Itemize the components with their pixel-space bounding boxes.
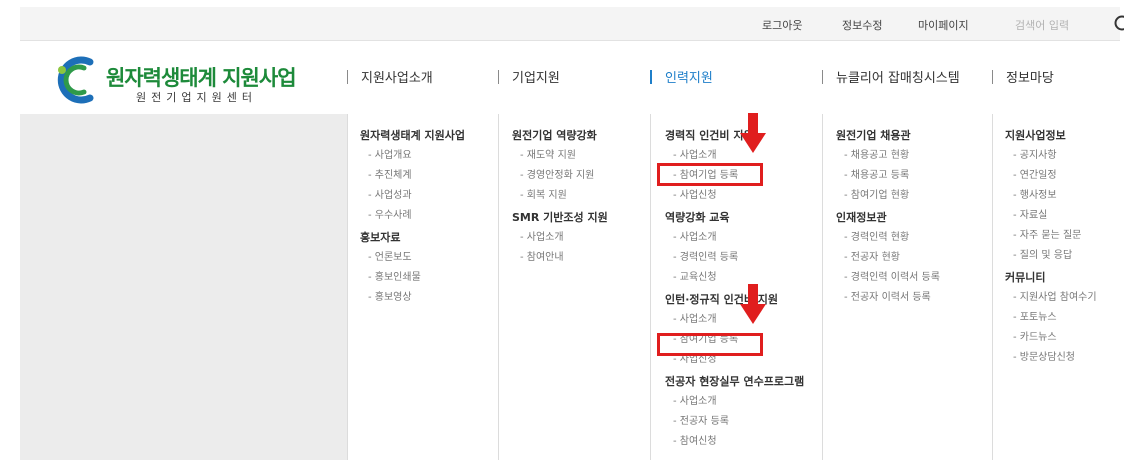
mega-menu-panel: 원자력생태계 지원사업 - 사업개요 - 추진체계 - 사업성과 - 우수사례 …: [20, 114, 1120, 460]
site-logo[interactable]: 원자력생태계 지원사업 원전기업지원센터: [50, 54, 297, 106]
menu-group-title[interactable]: SMR 기반조성 지원: [512, 208, 608, 228]
arrow-down-icon: [740, 284, 766, 324]
menu-item[interactable]: - 사업개요: [360, 146, 465, 166]
menu-item[interactable]: - 연간일정: [1005, 166, 1097, 186]
menu-item[interactable]: - 사업소개: [512, 228, 608, 248]
page: 로그아웃 정보수정 마이페이지 검색어 입력 원자력생태계 지원사업 원전기업지…: [0, 0, 1124, 460]
menu-item[interactable]: - 회복 지원: [512, 186, 608, 206]
menu-item[interactable]: - 홍보인쇄물: [360, 268, 465, 288]
menu-group-title[interactable]: 원자력생태계 지원사업: [360, 126, 465, 146]
logo-emblem-icon: [57, 56, 94, 104]
menu-item[interactable]: - 자료실: [1005, 206, 1097, 226]
logo-title: 원자력생태계 지원사업: [106, 66, 297, 90]
menu-item[interactable]: - 우수사례: [360, 206, 465, 226]
menu-item[interactable]: - 공지사항: [1005, 146, 1097, 166]
nav-job-matching[interactable]: 뉴클리어 잡매칭시스템: [822, 67, 960, 86]
menu-item[interactable]: - 언론보도: [360, 248, 465, 268]
nav-company-support[interactable]: 기업지원: [498, 67, 560, 86]
nav-divider: [347, 70, 348, 84]
menu-item[interactable]: - 사업신청: [665, 186, 804, 206]
menu-item[interactable]: - 카드뉴스: [1005, 328, 1097, 348]
column-divider: [347, 114, 348, 460]
arrow-down-icon: [740, 113, 766, 153]
nav-divider: [498, 70, 499, 84]
menu-group-title[interactable]: 역량강화 교육: [665, 208, 804, 228]
menu-column-company-support: 원전기업 역량강화 - 재도약 지원 - 경영안정화 지원 - 회복 지원 SM…: [512, 126, 608, 268]
nav-info[interactable]: 정보마당: [992, 67, 1054, 86]
menu-group-title[interactable]: 인턴·정규직 인건비 지원: [665, 290, 804, 310]
column-divider: [992, 114, 993, 460]
menu-item[interactable]: - 사업소개: [665, 392, 804, 412]
menu-item[interactable]: - 자주 묻는 질문: [1005, 226, 1097, 246]
nav-label: 뉴클리어 잡매칭시스템: [836, 71, 960, 86]
menu-item[interactable]: - 참여신청: [665, 432, 804, 452]
menu-column-info: 지원사업정보 - 공지사항 - 연간일정 - 행사정보 - 자료실 - 자주 묻…: [1005, 126, 1097, 368]
logout-link[interactable]: 로그아웃: [762, 17, 802, 33]
menu-item[interactable]: - 경력인력 이력서 등록: [836, 268, 940, 288]
nav-divider: [650, 70, 652, 84]
menu-group-title[interactable]: 경력직 인건비 지원: [665, 126, 804, 146]
menu-item[interactable]: - 행사정보: [1005, 186, 1097, 206]
menu-item[interactable]: - 참여기업 현황: [836, 186, 940, 206]
menu-group-title[interactable]: 원전기업 역량강화: [512, 126, 608, 146]
menu-item[interactable]: - 사업소개: [665, 228, 804, 248]
menu-group-title[interactable]: 원전기업 채용관: [836, 126, 940, 146]
menu-item[interactable]: - 전공자 이력서 등록: [836, 288, 940, 308]
search-icon[interactable]: [1112, 13, 1124, 37]
nav-divider: [992, 70, 993, 84]
menu-group-title[interactable]: 지원사업정보: [1005, 126, 1097, 146]
menu-item[interactable]: - 추진체계: [360, 166, 465, 186]
nav-label: 기업지원: [512, 71, 560, 86]
nav-intro[interactable]: 지원사업소개: [347, 67, 433, 86]
menu-item[interactable]: - 지원사업 참여수기: [1005, 288, 1097, 308]
menu-item[interactable]: - 전공자 현황: [836, 248, 940, 268]
utility-bar: 로그아웃 정보수정 마이페이지 검색어 입력: [20, 7, 1124, 41]
menu-item[interactable]: - 참여안내: [512, 248, 608, 268]
edit-info-link[interactable]: 정보수정: [842, 17, 882, 33]
site-header: 원자력생태계 지원사업 원전기업지원센터 지원사업소개 기업지원 인력지원 뉴클…: [20, 42, 1120, 114]
nav-label: 지원사업소개: [361, 71, 433, 86]
annotation-highlight-box: [657, 163, 763, 186]
menu-item[interactable]: - 교육신청: [665, 268, 804, 288]
column-divider: [650, 114, 651, 460]
menu-item[interactable]: - 채용공고 현황: [836, 146, 940, 166]
nav-manpower-support[interactable]: 인력지원: [650, 67, 713, 86]
nav-label: 정보마당: [1006, 71, 1054, 86]
menu-item[interactable]: - 재도약 지원: [512, 146, 608, 166]
nav-label: 인력지원: [665, 71, 713, 86]
menu-item[interactable]: - 채용공고 등록: [836, 166, 940, 186]
menu-item[interactable]: - 사업소개: [665, 310, 804, 330]
menu-group-title[interactable]: 인재정보관: [836, 208, 940, 228]
nav-divider: [822, 70, 823, 84]
menu-item[interactable]: - 방문상담신청: [1005, 348, 1097, 368]
logo-subtitle: 원전기업지원센터: [136, 91, 257, 104]
menu-item[interactable]: - 전공자 등록: [665, 412, 804, 432]
menu-item[interactable]: - 포토뉴스: [1005, 308, 1097, 328]
mypage-link[interactable]: 마이페이지: [918, 17, 969, 33]
menu-group-title[interactable]: 전공자 현장실무 연수프로그램: [665, 372, 804, 392]
column-divider: [498, 114, 499, 460]
menu-item[interactable]: - 홍보영상: [360, 288, 465, 308]
menu-item[interactable]: - 경력인력 현황: [836, 228, 940, 248]
column-divider: [822, 114, 823, 460]
menu-column-job-matching: 원전기업 채용관 - 채용공고 현황 - 채용공고 등록 - 참여기업 현황 인…: [836, 126, 940, 308]
menu-item[interactable]: - 경력인력 등록: [665, 248, 804, 268]
menu-item[interactable]: - 질의 및 응답: [1005, 246, 1097, 266]
annotation-highlight-box: [657, 333, 763, 356]
menu-item[interactable]: - 사업성과: [360, 186, 465, 206]
search-input[interactable]: 검색어 입력: [1015, 17, 1069, 33]
menu-column-intro: 원자력생태계 지원사업 - 사업개요 - 추진체계 - 사업성과 - 우수사례 …: [360, 126, 465, 308]
menu-item[interactable]: - 경영안정화 지원: [512, 166, 608, 186]
menu-group-title[interactable]: 커뮤니티: [1005, 268, 1097, 288]
menu-group-title[interactable]: 홍보자료: [360, 228, 465, 248]
